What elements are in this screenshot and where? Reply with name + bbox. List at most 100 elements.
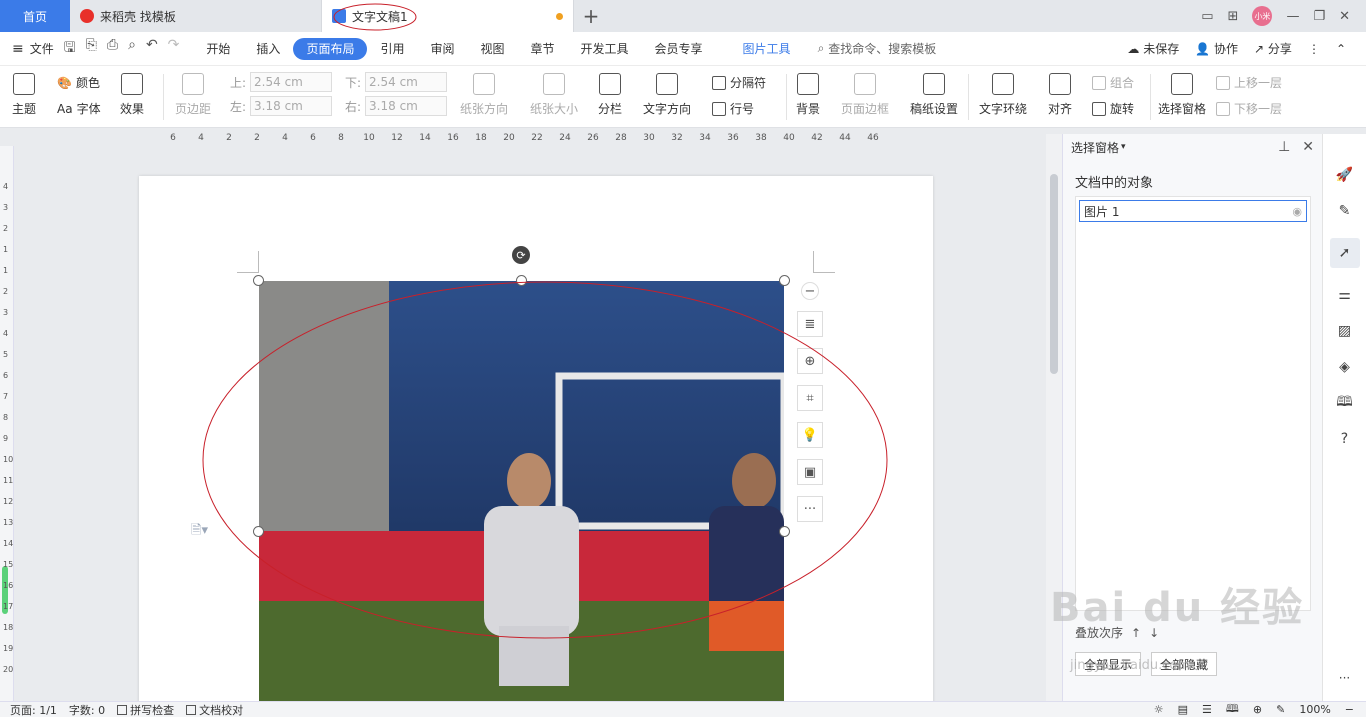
hide-all-button[interactable]: 全部隐藏 <box>1151 652 1218 676</box>
apps-grid-icon[interactable]: ⊞ <box>1228 9 1239 24</box>
columns-button[interactable]: 分栏 <box>598 73 622 117</box>
margins-button[interactable]: 页边距 <box>175 73 211 117</box>
collab-button[interactable]: 👤 协作 <box>1195 40 1238 57</box>
move-down-icon[interactable]: ↓ <box>1149 626 1159 640</box>
share-button[interactable]: ↗ 分享 <box>1254 40 1292 57</box>
font-button[interactable]: Aa 字体 <box>57 100 101 117</box>
rail-more-icon[interactable]: ··· <box>1339 671 1350 685</box>
rotate-handle-icon[interactable]: ⟳ <box>512 246 530 264</box>
spell-check-toggle[interactable]: 拼写检查 <box>117 702 174 717</box>
horizontal-ruler[interactable]: 6 4 2 2 4 6 8 10 12 14 16 18 20 22 24 26 28 30 32 34 36 38 40 4… <box>140 130 940 146</box>
print-icon[interactable]: ⎙ <box>107 37 118 61</box>
image-edit-icon[interactable]: ▨ <box>1336 322 1354 340</box>
menu-tab-review[interactable]: 审阅 <box>417 38 467 60</box>
file-menu[interactable]: ≡ 文件 <box>12 40 54 57</box>
align-button[interactable]: 对齐 <box>1048 73 1072 117</box>
ruler-tick: 7 <box>3 392 9 401</box>
menu-tab-view[interactable]: 视图 <box>467 38 517 60</box>
scrollbar-thumb[interactable] <box>1050 174 1058 374</box>
size-button[interactable]: 纸张大小 <box>530 73 578 117</box>
object-item[interactable]: 图片 1 ◉ <box>1079 200 1307 222</box>
rotate-button[interactable]: 旋转 <box>1092 100 1134 117</box>
more-menu-icon[interactable]: ⋮ <box>1308 42 1320 56</box>
wrap-text-button[interactable]: 文字环绕 <box>979 73 1027 117</box>
ruler-tick: 12 <box>391 133 403 143</box>
menu-tab-section[interactable]: 章节 <box>518 38 568 60</box>
pen-icon[interactable]: ✎ <box>1336 202 1354 220</box>
proofread-toggle[interactable]: 文档校对 <box>186 702 243 717</box>
close-pane-icon[interactable]: ✕ <box>1302 139 1314 155</box>
outline-view-icon[interactable]: ☰ <box>1202 703 1212 716</box>
page-count[interactable]: 页面: 1/1 <box>10 702 57 717</box>
menu-tab-picture-tools[interactable]: 图片工具 <box>730 38 804 60</box>
margin-top-input[interactable] <box>250 72 333 92</box>
page-border-button[interactable]: 页面边框 <box>841 73 889 117</box>
send-backward-button[interactable]: 下移一层 <box>1216 100 1282 117</box>
proofread-label: 文档校对 <box>199 703 244 717</box>
color-button[interactable]: 🎨 颜色 <box>57 74 100 91</box>
chevron-down-icon[interactable]: ▾ <box>1121 142 1126 152</box>
orientation-button[interactable]: 纸张方向 <box>460 73 508 117</box>
menu-tab-developer[interactable]: 开发工具 <box>568 38 642 60</box>
group-button[interactable]: 组合 <box>1092 74 1134 91</box>
minimize-icon[interactable]: — <box>1286 9 1299 24</box>
pin-icon[interactable]: ⊥ <box>1278 139 1290 155</box>
help-icon[interactable]: ? <box>1336 430 1354 448</box>
word-count[interactable]: 字数: 0 <box>69 702 105 717</box>
menu-tab-start[interactable]: 开始 <box>193 38 243 60</box>
zoom-out-icon[interactable]: − <box>1345 703 1354 716</box>
effect-button[interactable]: 效果 <box>120 73 144 117</box>
web-view-icon[interactable]: ⊕ <box>1253 703 1262 716</box>
bring-forward-button[interactable]: 上移一层 <box>1216 74 1282 91</box>
selection-pane-title[interactable]: 选择窗格 <box>1071 139 1119 156</box>
move-up-icon[interactable]: ↑ <box>1131 626 1141 640</box>
undo-icon[interactable]: ↶ <box>146 37 158 61</box>
text-direction-button[interactable]: 文字方向 <box>643 73 691 117</box>
ruler-tick: 44 <box>839 133 851 143</box>
zoom-level[interactable]: 100% <box>1299 703 1330 716</box>
restore-icon[interactable]: ❐ <box>1313 9 1325 24</box>
margin-left-input[interactable] <box>250 96 333 116</box>
margin-bottom-input[interactable] <box>365 72 448 92</box>
theme-button[interactable]: 主题 <box>12 73 36 117</box>
redo-icon[interactable]: ↷ <box>168 37 180 61</box>
ruler-tick: 6 <box>3 371 9 380</box>
write-view-icon[interactable]: ✎ <box>1276 703 1285 716</box>
page-view-icon[interactable]: ▤ <box>1178 703 1188 716</box>
eye-protect-icon[interactable]: ☼ <box>1154 703 1164 716</box>
compass-icon[interactable]: ◈ <box>1336 358 1354 376</box>
menu-tab-page-layout[interactable]: 页面布局 <box>293 37 368 60</box>
margin-right-input[interactable] <box>365 96 448 116</box>
tab-home[interactable]: 首页 <box>0 0 70 32</box>
ruler-tick: 6 <box>170 133 176 143</box>
book-icon[interactable]: 🕮 <box>1336 394 1354 412</box>
cursor-select-icon[interactable]: ➚ <box>1329 238 1360 268</box>
breaks-button[interactable]: 分隔符 <box>712 74 766 91</box>
background-button[interactable]: 背景 <box>796 73 820 117</box>
selection-pane-label: 选择窗格 <box>1158 102 1207 116</box>
print-preview-icon[interactable]: ⌕ <box>128 37 136 61</box>
collapse-ribbon-icon[interactable]: ⌃ <box>1336 42 1346 56</box>
sliders-icon[interactable]: ⚌ <box>1336 286 1354 304</box>
close-window-icon[interactable]: ✕ <box>1339 9 1350 24</box>
line-numbers-button[interactable]: 行号 <box>712 100 754 117</box>
vertical-ruler[interactable]: 4 3 2 1 1 2 3 4 5 6 7 8 9 10 11 12 13 14 15 16 17 18 19 20 <box>0 146 14 701</box>
menu-tab-member[interactable]: 会员专享 <box>642 38 716 60</box>
tab-template[interactable]: 来稻壳 找模板 <box>70 0 322 32</box>
avatar[interactable]: 小米 <box>1252 6 1273 26</box>
reading-view-icon[interactable]: 🕮 <box>1226 702 1239 717</box>
window-layout-icon[interactable]: ▭ <box>1201 9 1213 24</box>
unsaved-button[interactable]: ☁ 未保存 <box>1127 40 1179 57</box>
export-pdf-icon[interactable]: ⎘ <box>86 37 97 61</box>
grid-paper-button[interactable]: 稿纸设置 <box>910 73 958 117</box>
vertical-scrollbar[interactable] <box>1046 134 1062 701</box>
selection-pane-button[interactable]: 选择窗格 <box>1158 73 1206 117</box>
menu-tab-references[interactable]: 引用 <box>367 38 417 60</box>
rocket-icon[interactable]: 🚀 <box>1336 166 1354 184</box>
menu-tab-insert[interactable]: 插入 <box>243 38 293 60</box>
save-icon[interactable]: 🖫 <box>64 37 76 61</box>
new-tab-button[interactable]: + <box>574 0 608 32</box>
show-all-button[interactable]: 全部显示 <box>1075 652 1142 676</box>
visibility-eye-icon[interactable]: ◉ <box>1292 205 1302 218</box>
command-search[interactable]: ⌕ 查找命令、搜索模板 <box>818 40 937 57</box>
